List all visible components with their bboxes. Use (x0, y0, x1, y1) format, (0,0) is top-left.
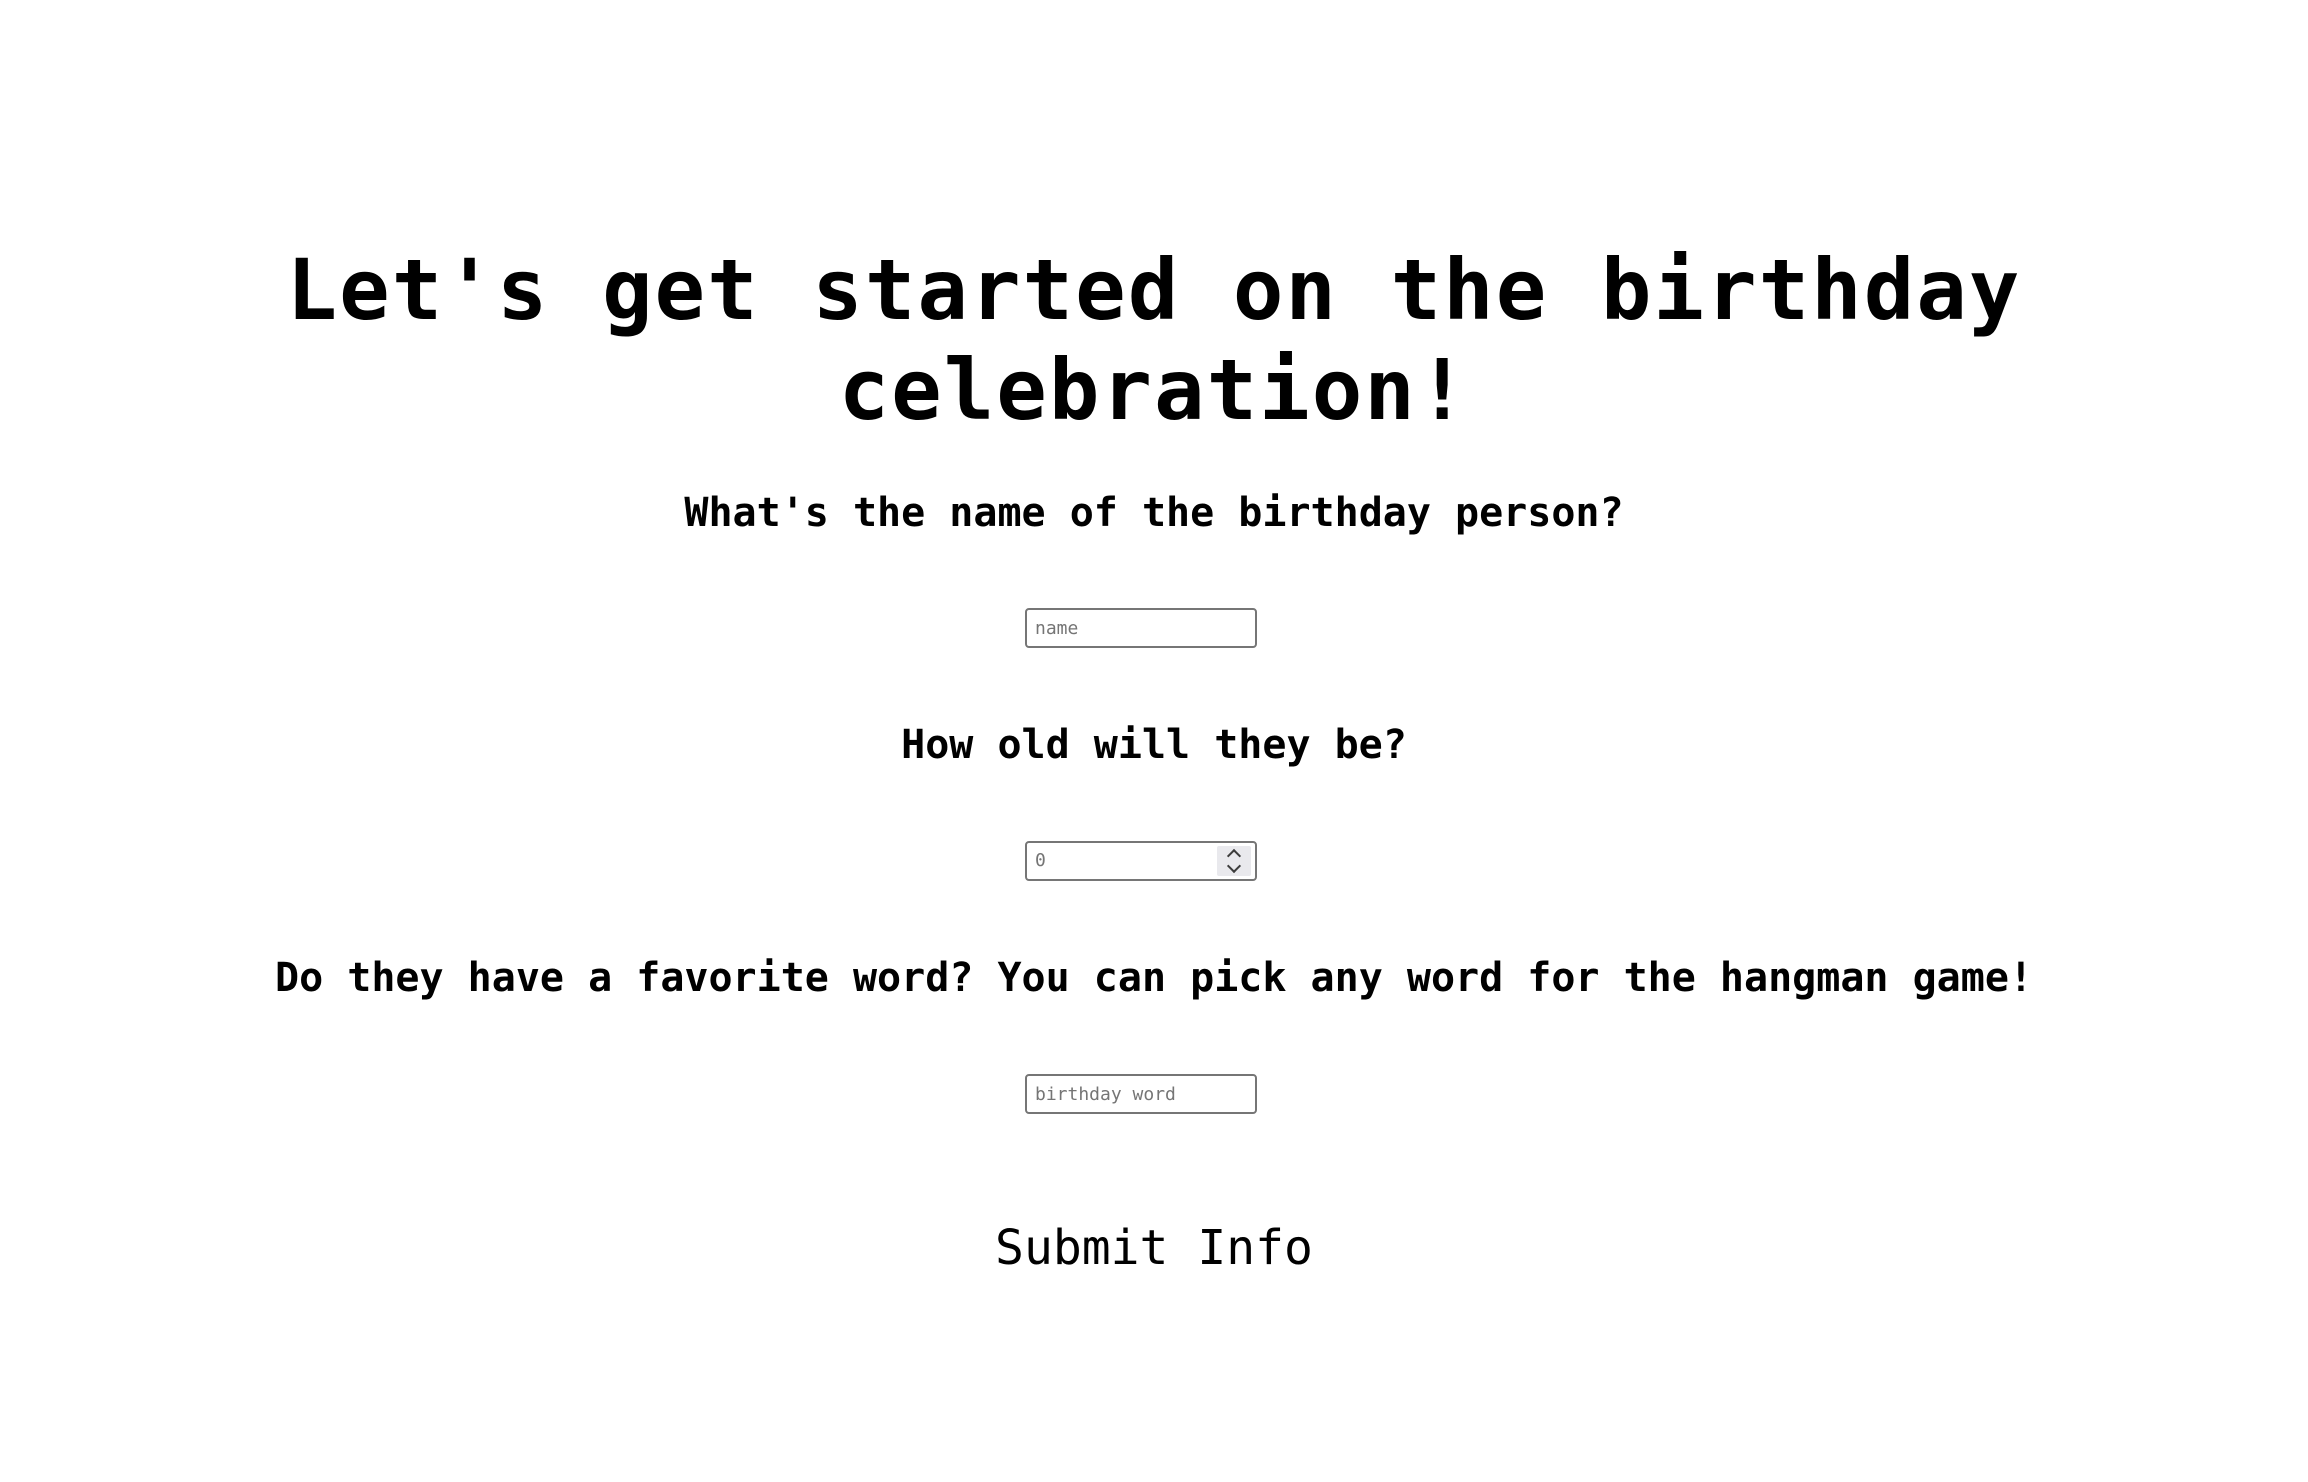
name-question-label: What's the name of the birthday person? (684, 490, 1624, 536)
word-field-wrapper (1025, 1074, 1257, 1114)
age-input-value: 0 (1035, 850, 1046, 871)
submit-info-button[interactable]: Submit Info (0, 1218, 2308, 1278)
birthday-setup-page: Let's get started on the birthday celebr… (0, 0, 2308, 1482)
age-field-wrapper: 0 (1025, 841, 1257, 881)
name-input[interactable] (1025, 608, 1257, 648)
chevron-down-icon (1226, 858, 1242, 874)
birthday-word-input[interactable] (1025, 1074, 1257, 1114)
word-question-label: Do they have a favorite word? You can pi… (275, 955, 2033, 1001)
name-field-wrapper (1025, 608, 1257, 648)
submit-info-label: Submit Info (995, 1220, 1313, 1276)
age-decrement-button[interactable] (1217, 858, 1251, 876)
age-spinner[interactable] (1217, 846, 1251, 876)
age-number-input[interactable]: 0 (1025, 841, 1257, 881)
page-title: Let's get started on the birthday celebr… (286, 241, 2022, 439)
age-question-label: How old will they be? (901, 722, 1407, 768)
